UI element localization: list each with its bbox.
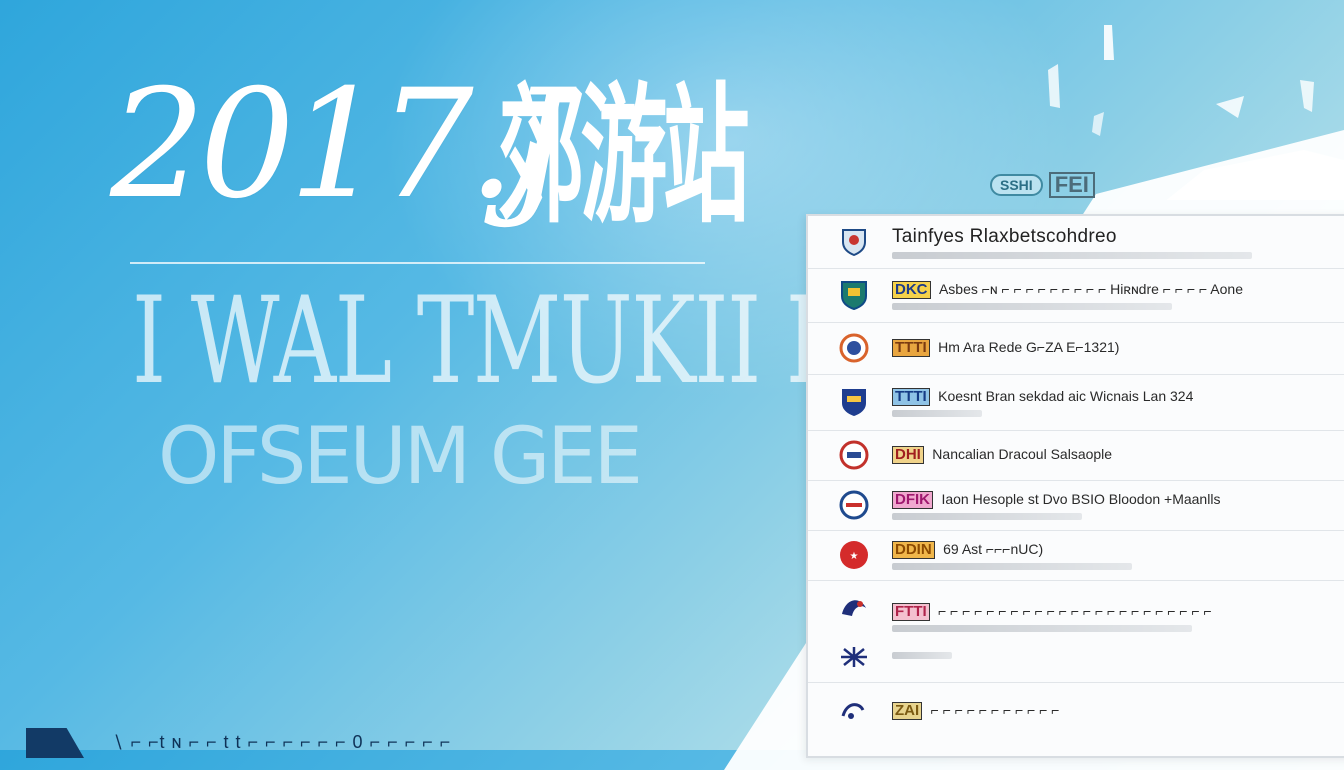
list-item[interactable]: DHI Nancalian Dracoul Salsaople bbox=[808, 430, 1344, 481]
list-item[interactable]: TTTI Hm Ara Rede G⌐ZA E⌐1321) bbox=[808, 322, 1344, 375]
school-code: FTTI bbox=[892, 603, 930, 621]
school-name: Asbes ⌐ɴ ⌐ ⌐ ⌐ ⌐ ⌐ ⌐ ⌐ ⌐ ⌐ Hiʀɴdre ⌐ ⌐ ⌐… bbox=[938, 280, 1243, 297]
list-header-title: Tainfyes Rlaxbetscohdreo bbox=[892, 225, 1117, 247]
school-seal-icon bbox=[838, 489, 870, 521]
svg-text:★: ★ bbox=[850, 551, 859, 562]
list-item[interactable]: FTTI ⌐ ⌐ ⌐ ⌐ ⌐ ⌐ ⌐ ⌐ ⌐ ⌐ ⌐ ⌐ ⌐ ⌐ ⌐ ⌐ ⌐ ⌐… bbox=[808, 580, 1344, 683]
hero-subtitle: I WAL TMUKII I bbox=[132, 272, 820, 411]
badge-pill: SSHI bbox=[990, 174, 1043, 196]
hero-tagline: OFSEUM GEE bbox=[158, 412, 643, 502]
school-code: DDIN bbox=[892, 540, 935, 559]
school-emblem-icon bbox=[838, 695, 870, 727]
list-item[interactable]: ZAI ⌐ ⌐ ⌐ ⌐ ⌐ ⌐ ⌐ ⌐ ⌐ ⌐ ⌐ bbox=[808, 682, 1344, 740]
school-name: Hm Ara Rede G⌐ZA E⌐1321) bbox=[938, 339, 1120, 355]
school-seal-icon bbox=[838, 439, 870, 471]
school-name: ⌐ ⌐ ⌐ ⌐ ⌐ ⌐ ⌐ ⌐ ⌐ ⌐ ⌐ ⌐ ⌐ ⌐ ⌐ ⌐ ⌐ ⌐ ⌐ ⌐ … bbox=[938, 603, 1212, 619]
school-list-panel: Tainfyes Rlaxbetscohdreo DKC Asbes ⌐ɴ ⌐ … bbox=[806, 214, 1344, 758]
school-code: TTTI bbox=[892, 339, 930, 357]
school-emblem-icon bbox=[838, 586, 870, 676]
list-item[interactable]: DFIK Iaon Hesople st Dvo BSIO Bloodon +M… bbox=[808, 480, 1344, 531]
panel-badge: SSHI FEI bbox=[990, 172, 1095, 198]
hero-year: 2017.J bbox=[110, 58, 570, 232]
school-subline bbox=[892, 562, 1132, 570]
list-item[interactable]: ★ DDIN 69 Ast ⌐⌐⌐nUC) bbox=[808, 530, 1344, 581]
hero-chinese-title: 郊游站 bbox=[498, 70, 750, 244]
school-subline bbox=[892, 302, 1172, 310]
school-name: Iaon Hesople st Dvo BSIO Bloodon +Maanll… bbox=[941, 490, 1221, 507]
header-subline bbox=[892, 251, 1252, 259]
school-name: Koesnt Bran sekdad aic Wicnais Lan 324 bbox=[938, 387, 1194, 404]
school-name: Nancalian Dracoul Salsaople bbox=[932, 446, 1113, 462]
school-name: 69 Ast ⌐⌐⌐nUC) bbox=[943, 540, 1044, 557]
school-code: TTTI bbox=[892, 387, 930, 406]
list-header[interactable]: Tainfyes Rlaxbetscohdreo bbox=[808, 216, 1344, 269]
school-crest-icon bbox=[838, 386, 870, 418]
school-code: ZAI bbox=[892, 702, 923, 720]
school-crest-icon bbox=[838, 226, 870, 258]
list-item[interactable]: TTTI Koesnt Bran sekdad aic Wicnais Lan … bbox=[808, 374, 1344, 431]
school-subline bbox=[892, 652, 952, 659]
school-code: DFIK bbox=[892, 490, 933, 509]
school-subline bbox=[892, 409, 982, 417]
school-code: DKC bbox=[892, 280, 931, 299]
school-subline bbox=[892, 625, 1192, 632]
footer-logo bbox=[26, 728, 84, 758]
school-subline bbox=[892, 512, 1082, 520]
badge-tag: FEI bbox=[1048, 172, 1095, 198]
school-crest-icon bbox=[838, 279, 870, 311]
school-name: ⌐ ⌐ ⌐ ⌐ ⌐ ⌐ ⌐ ⌐ ⌐ ⌐ ⌐ bbox=[930, 702, 1060, 718]
school-code: DHI bbox=[892, 446, 924, 464]
school-seal-icon: ★ bbox=[838, 539, 870, 571]
list-item[interactable]: DKC Asbes ⌐ɴ ⌐ ⌐ ⌐ ⌐ ⌐ ⌐ ⌐ ⌐ ⌐ Hiʀɴdre ⌐… bbox=[808, 268, 1344, 323]
school-seal-icon bbox=[838, 332, 870, 364]
hero-divider bbox=[130, 262, 705, 264]
